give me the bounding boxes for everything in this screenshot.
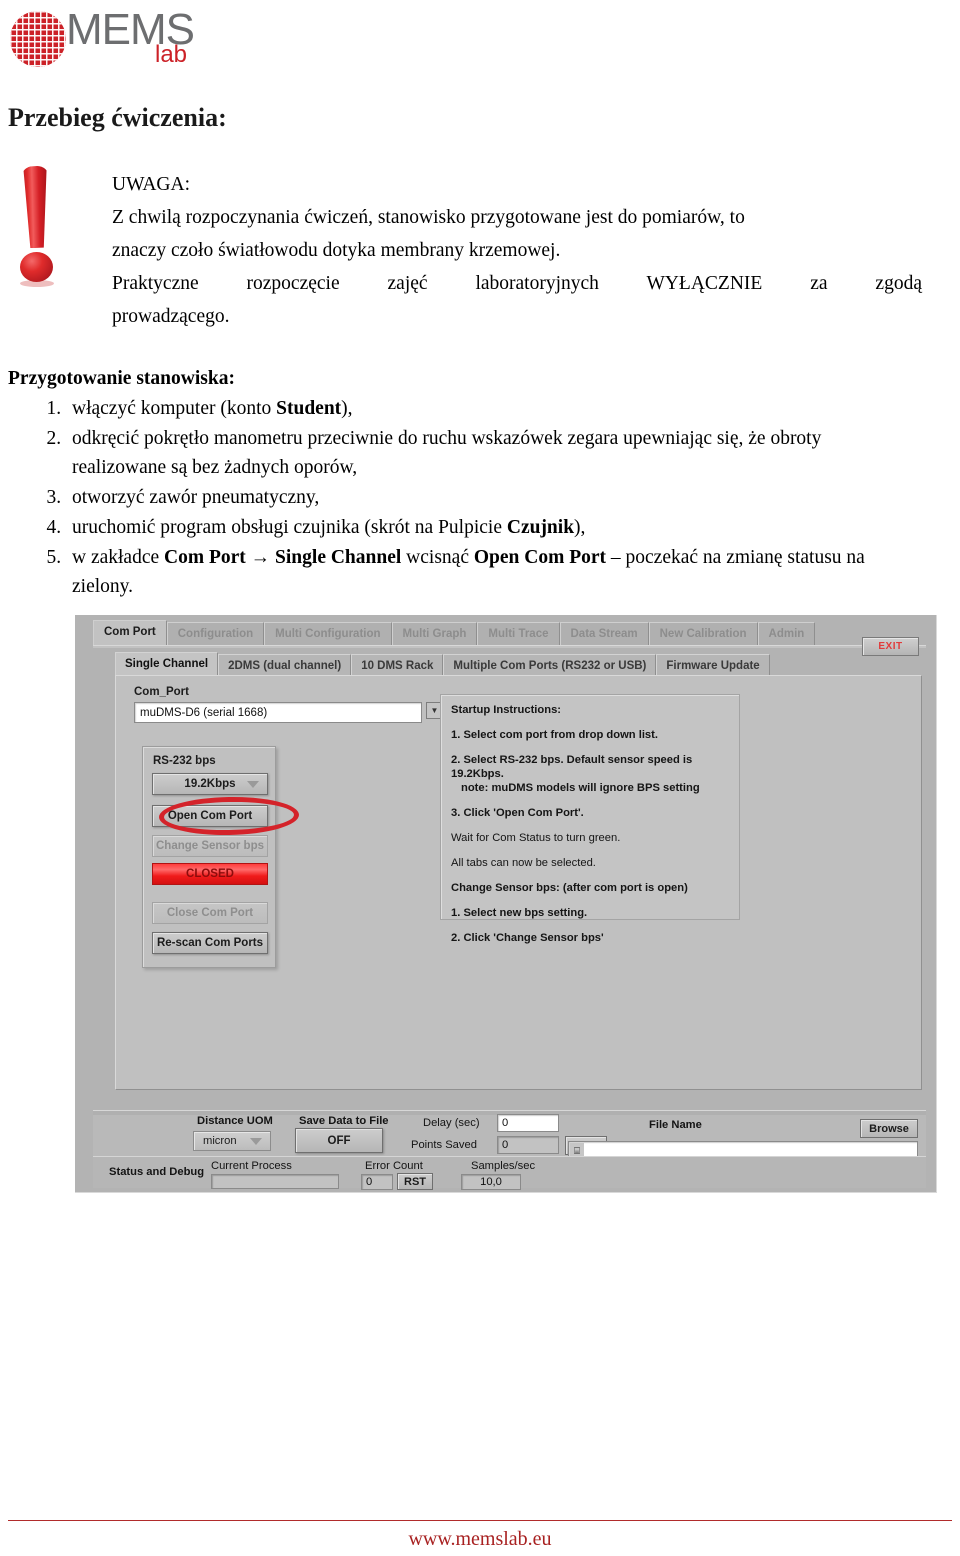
tab-data-stream[interactable]: Data Stream bbox=[559, 622, 649, 646]
footer-divider bbox=[8, 1520, 952, 1521]
distance-uom-select[interactable]: micron bbox=[193, 1131, 271, 1151]
prep-heading: Przygotowanie stanowiska: bbox=[8, 368, 235, 389]
footer-url[interactable]: www.memslab.eu bbox=[0, 1528, 960, 1551]
rs232-bps-label: RS-232 bps bbox=[153, 755, 216, 767]
chevron-down-icon bbox=[247, 781, 259, 788]
main-tab-bar[interactable]: Com Port Configuration Multi Configuration… bbox=[93, 620, 936, 646]
instruction-7: 1. Select new bps setting. bbox=[451, 907, 588, 919]
tab-com-port[interactable]: Com Port bbox=[93, 620, 167, 646]
prep-step-1: włączyć komputer (konto Student), bbox=[66, 394, 908, 423]
warning-text-block: UWAGA: Z chwilą rozpoczynania ćwiczeń, s… bbox=[112, 168, 922, 333]
file-name-label: File Name bbox=[649, 1119, 702, 1131]
instruction-1: 1. Select com port from drop down list. bbox=[451, 729, 658, 741]
error-count-label: Error Count bbox=[365, 1160, 423, 1172]
tab-multi-configuration[interactable]: Multi Configuration bbox=[264, 622, 392, 646]
memslab-logo: MEMS lab bbox=[8, 5, 208, 73]
samples-per-sec-value: 10,0 bbox=[461, 1174, 521, 1190]
bps-select[interactable]: 19.2Kbps bbox=[152, 773, 268, 795]
instruction-2-note: note: muDMS models will ignore BPS setti… bbox=[461, 782, 700, 794]
exclamation-dot bbox=[20, 252, 53, 282]
instruction-8: 2. Click 'Change Sensor bps' bbox=[451, 932, 604, 944]
warning-line-3: Praktyczne rozpoczęcie zajęć laboratoryj… bbox=[112, 273, 922, 294]
wafer-circle-icon bbox=[10, 11, 66, 67]
open-com-port-annotation-ellipse bbox=[158, 795, 300, 837]
warning-line-1: Z chwilą rozpoczynania ćwiczeń, stanowis… bbox=[112, 207, 745, 228]
bottom-toolbar: Distance UOM micron Save Data to File OF… bbox=[93, 1110, 926, 1159]
status-debug-label: Status and Debug bbox=[109, 1166, 205, 1178]
subtab-single-channel[interactable]: Single Channel bbox=[115, 652, 219, 676]
prep-step-3: otworzyć zawór pneumatyczny, bbox=[66, 483, 908, 512]
instruction-4: Wait for Com Status to turn green. bbox=[451, 832, 621, 844]
save-data-toggle[interactable]: OFF bbox=[295, 1128, 383, 1153]
subtab-firmware-update[interactable]: Firmware Update bbox=[656, 654, 770, 676]
delay-input[interactable]: 0 bbox=[497, 1114, 559, 1132]
save-data-label: Save Data to File bbox=[299, 1115, 389, 1127]
exclamation-mark-icon bbox=[8, 166, 70, 292]
prep-steps-list: włączyć komputer (konto Student),odkręci… bbox=[8, 394, 908, 602]
error-count-value: 0 bbox=[361, 1174, 393, 1190]
rescan-com-ports-button[interactable]: Re-scan Com Ports bbox=[152, 932, 268, 954]
wafer-grid-pattern bbox=[10, 11, 66, 67]
error-rst-button[interactable]: RST bbox=[397, 1173, 433, 1190]
tab-admin[interactable]: Admin bbox=[757, 622, 816, 646]
startup-instructions-panel: Startup Instructions: 1. Select com port… bbox=[440, 694, 740, 944]
chevron-down-icon bbox=[250, 1138, 262, 1145]
instruction-2: 2. Select RS-232 bps. Default sensor spe… bbox=[451, 754, 693, 780]
labview-app-screenshot: Com Port Configuration Multi Configuration… bbox=[75, 615, 937, 1193]
page-title: Przebieg ćwiczenia: bbox=[8, 103, 227, 132]
points-saved-value: 0 bbox=[497, 1136, 559, 1154]
delay-label: Delay (sec) bbox=[423, 1117, 480, 1129]
status-debug-bar: Status and Debug Current Process Error C… bbox=[93, 1156, 926, 1190]
instructions-title: Startup Instructions: bbox=[451, 704, 562, 716]
change-sensor-bps-button[interactable]: Change Sensor bps bbox=[152, 835, 268, 857]
exclamation-shadow bbox=[20, 280, 54, 287]
warning-title: UWAGA: bbox=[112, 174, 190, 195]
bps-select-value: 19.2Kbps bbox=[184, 778, 236, 790]
instruction-3: 3. Click 'Open Com Port'. bbox=[451, 807, 584, 819]
close-com-port-button[interactable]: Close Com Port bbox=[152, 902, 268, 924]
rs232-group: RS-232 bps 19.2Kbps Open Com Port Change… bbox=[142, 746, 300, 968]
subtab-2dms-dual-channel[interactable]: 2DMS (dual channel) bbox=[218, 654, 352, 676]
tab-bar-underline bbox=[93, 645, 926, 648]
warning-line-2: znaczy czoło światłowodu dotyka membrany… bbox=[112, 240, 561, 261]
warning-line-4: prowadzącego. bbox=[112, 306, 230, 327]
single-channel-panel: Com_Port muDMS-D6 (serial 1668) ▼ RS-232… bbox=[115, 675, 922, 1090]
sub-tab-bar[interactable]: Single Channel 2DMS (dual channel) 10 DMS … bbox=[115, 652, 770, 676]
current-process-label: Current Process bbox=[211, 1160, 292, 1172]
tab-multi-graph[interactable]: Multi Graph bbox=[391, 622, 478, 646]
exit-button[interactable]: EXIT bbox=[862, 637, 919, 656]
logo-lab-text: lab bbox=[155, 41, 188, 68]
exclamation-stem bbox=[21, 166, 51, 249]
samples-per-sec-label: Samples/sec bbox=[471, 1160, 536, 1172]
prep-step-4: uruchomić program obsługi czujnika (skró… bbox=[66, 513, 908, 542]
browse-button[interactable]: Browse bbox=[860, 1119, 918, 1138]
prep-step-2: odkręcić pokrętło manometru przeciwnie d… bbox=[66, 424, 908, 482]
instruction-5: All tabs can now be selected. bbox=[451, 857, 596, 869]
comport-label: Com_Port bbox=[134, 686, 189, 698]
distance-uom-value: micron bbox=[203, 1135, 237, 1147]
tab-multi-trace[interactable]: Multi Trace bbox=[477, 622, 560, 646]
distance-uom-label: Distance UOM bbox=[197, 1115, 273, 1127]
com-status-led: CLOSED bbox=[152, 863, 268, 885]
subtab-multiple-com-ports-rs232-or-usb[interactable]: Multiple Com Ports (RS232 or USB) bbox=[443, 654, 657, 676]
points-saved-label: Points Saved bbox=[411, 1139, 477, 1151]
prep-step-5: w zakładce Com Port → Single Channel wci… bbox=[66, 543, 908, 601]
tab-new-calibration[interactable]: New Calibration bbox=[648, 622, 758, 646]
current-process-value bbox=[211, 1174, 339, 1189]
subtab-10-dms-rack[interactable]: 10 DMS Rack bbox=[351, 654, 444, 676]
instruction-6: Change Sensor bps: (after com port is op… bbox=[451, 882, 688, 894]
comport-select[interactable]: muDMS-D6 (serial 1668) bbox=[134, 702, 422, 723]
tab-configuration[interactable]: Configuration bbox=[166, 622, 265, 646]
